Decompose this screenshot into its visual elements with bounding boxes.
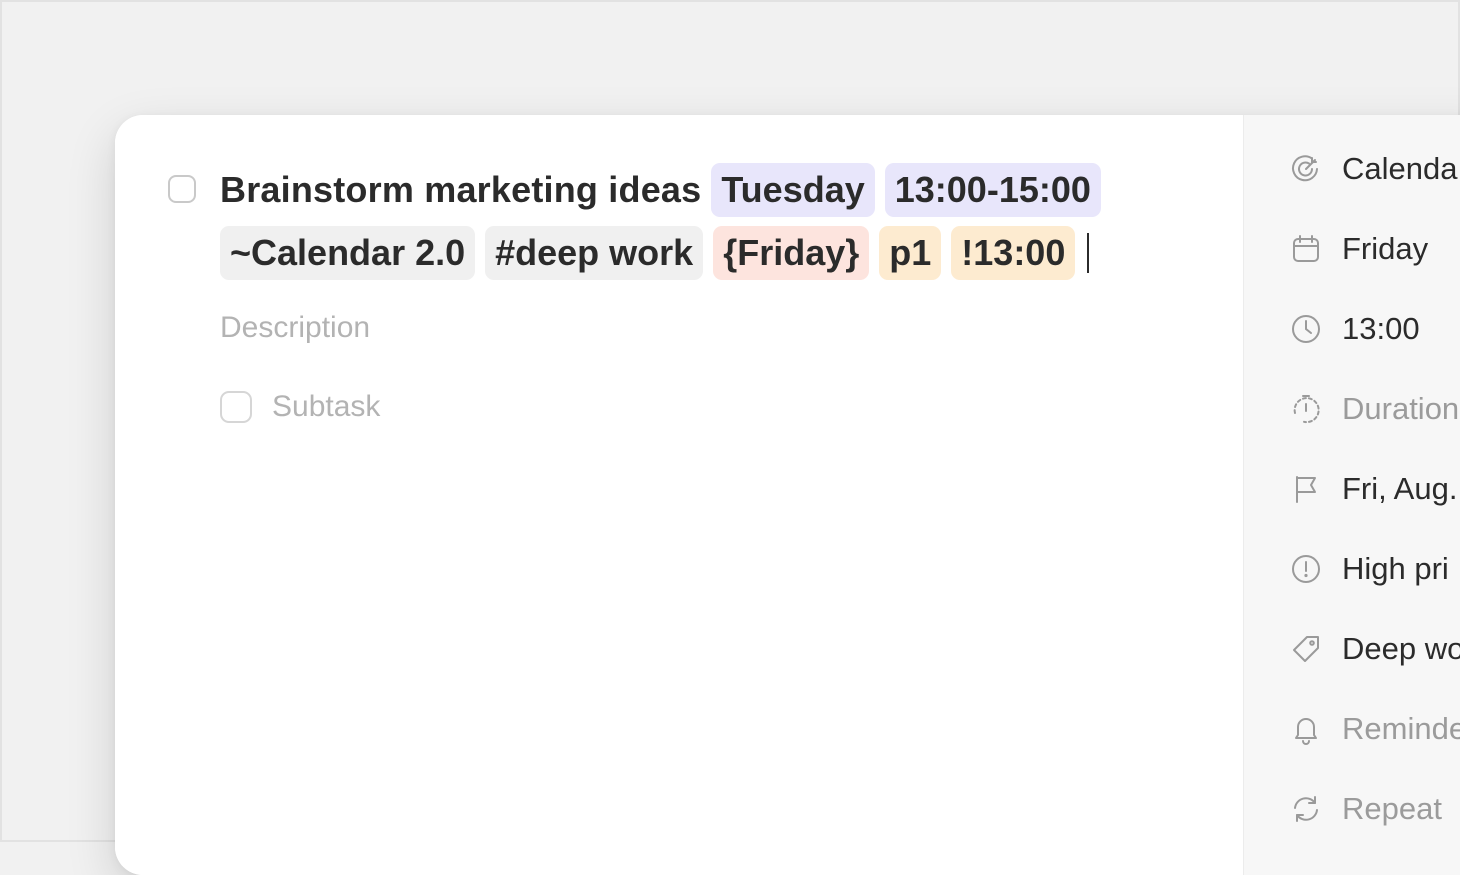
tag-icon <box>1293 636 1319 662</box>
task-title[interactable]: Brainstorm marketing ideas <box>220 169 701 211</box>
time-range-chip[interactable]: 13:00-15:00 <box>884 163 1101 217</box>
task-title-line-2[interactable]: ~Calendar 2.0 #deep work {Friday} p1 !13… <box>220 226 1090 280</box>
priority-icon <box>1292 555 1320 583</box>
sidebar-item-label-tag[interactable]: Deep wo <box>1290 631 1460 667</box>
sidebar-item-duration[interactable]: Duration <box>1290 391 1459 427</box>
sidebar-item-label: Deep wo <box>1342 631 1460 666</box>
sidebar-item-date[interactable]: Friday <box>1290 231 1428 267</box>
clock-icon <box>1292 315 1320 343</box>
sidebar-item-priority[interactable]: High pri <box>1290 551 1449 587</box>
sidebar-item-repeat[interactable]: Repeat <box>1290 791 1442 827</box>
priority-chip[interactable]: p1 <box>879 226 942 280</box>
project-chip[interactable]: ~Calendar 2.0 <box>220 226 476 280</box>
repeat-icon <box>1294 796 1318 822</box>
subtask-input[interactable]: Subtask <box>272 390 380 424</box>
flag-icon <box>1296 476 1316 503</box>
task-properties-sidebar: Calenda Friday 13:00 Duration Fri, Aug. … <box>1243 115 1460 875</box>
timer-icon <box>1293 395 1320 424</box>
task-title-line-1[interactable]: Brainstorm marketing ideas Tuesday 13:00… <box>220 163 1101 217</box>
date-chip[interactable]: Tuesday <box>711 163 875 217</box>
subtask-checkbox[interactable] <box>220 391 252 423</box>
label-chip[interactable]: #deep work <box>485 226 704 280</box>
task-detail-card: Brainstorm marketing ideas Tuesday 13:00… <box>115 115 1460 875</box>
sidebar-item-deadline[interactable]: Fri, Aug. <box>1290 471 1457 507</box>
task-editor-pane: Brainstorm marketing ideas Tuesday 13:00… <box>115 115 1243 875</box>
task-complete-checkbox[interactable] <box>168 175 196 203</box>
sidebar-item-label: High pri <box>1342 551 1449 586</box>
text-cursor <box>1087 233 1090 273</box>
add-subtask-row[interactable]: Subtask <box>220 390 380 424</box>
bell-icon <box>1295 718 1317 745</box>
sidebar-item-label: Friday <box>1342 231 1429 266</box>
calendar-target-icon <box>1292 155 1318 182</box>
sidebar-item-time[interactable]: 13:00 <box>1290 311 1420 347</box>
sidebar-item-label: Fri, Aug. <box>1342 471 1458 506</box>
sidebar-item-label: 13:00 <box>1342 311 1420 346</box>
sidebar-item-label: Repeat <box>1342 791 1442 826</box>
sidebar-item-label: Calenda <box>1342 151 1458 186</box>
sidebar-item-reminder[interactable]: Reminde <box>1290 711 1460 747</box>
description-field[interactable]: Description <box>220 311 370 345</box>
calendar-icon <box>1293 235 1319 262</box>
deadline-chip[interactable]: {Friday} <box>713 226 870 280</box>
sidebar-item-label: Duration <box>1342 391 1460 426</box>
sidebar-item-label: Reminde <box>1342 711 1460 746</box>
reminder-chip[interactable]: !13:00 <box>951 226 1076 280</box>
sidebar-item-calendar[interactable]: Calenda <box>1290 151 1457 187</box>
